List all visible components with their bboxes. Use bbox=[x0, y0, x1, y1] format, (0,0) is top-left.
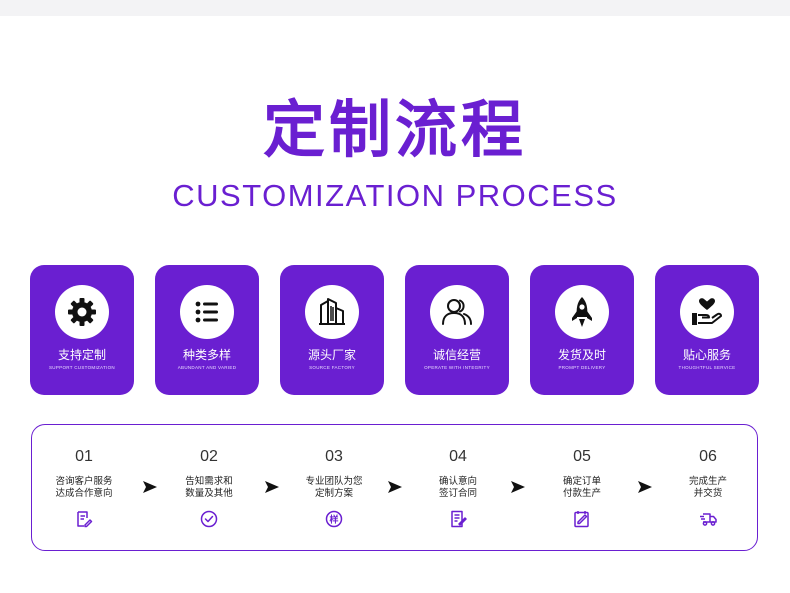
feature-card-delivery: 发货及时 PROMPT DELIVERY bbox=[530, 265, 634, 395]
step-description: 确认意向 签订合同 bbox=[438, 476, 477, 499]
process-step-06: 06 完成生产 并交货 bbox=[663, 425, 753, 552]
feature-title: 发货及时 bbox=[557, 348, 606, 362]
feature-subtitle: OPERATE WITH INTEGRITY bbox=[424, 365, 490, 370]
sample-badge-text: 样 bbox=[329, 513, 338, 525]
step-description: 告知需求和 数量及其他 bbox=[185, 476, 233, 499]
check-circle-icon bbox=[200, 510, 218, 528]
feature-title: 贴心服务 bbox=[682, 348, 731, 362]
feature-cards: 支持定制 SUPPORT CUSTOMIZATION 种类多样 ABUNDANT… bbox=[30, 265, 761, 395]
order-sign-icon bbox=[573, 510, 591, 528]
step-number: 03 bbox=[325, 448, 343, 465]
feature-subtitle: PROMPT DELIVERY bbox=[558, 365, 606, 370]
arrow-icon bbox=[142, 479, 158, 493]
page-subtitle: CUSTOMIZATION PROCESS bbox=[172, 178, 618, 213]
heart-hand-icon bbox=[680, 285, 734, 339]
feature-title: 源头厂家 bbox=[307, 348, 356, 362]
step-number: 05 bbox=[573, 448, 591, 465]
sample-badge-icon: 样 bbox=[325, 510, 343, 528]
contract-icon bbox=[449, 510, 467, 528]
edit-note-icon bbox=[75, 510, 93, 528]
step-description: 专业团队为您 定制方案 bbox=[305, 476, 363, 499]
step-number: 01 bbox=[75, 448, 93, 465]
step-description: 确定订单 付款生产 bbox=[562, 476, 601, 499]
arrow-icon bbox=[387, 479, 403, 493]
feature-title: 支持定制 bbox=[57, 348, 106, 362]
list-icon bbox=[180, 285, 234, 339]
step-number: 04 bbox=[449, 448, 467, 465]
process-step-05: 05 确定订单 付款生产 bbox=[537, 425, 627, 552]
feature-card-variety: 种类多样 ABUNDANT AND VARIED bbox=[155, 265, 259, 395]
page-title: 定制流程 bbox=[262, 93, 527, 166]
feature-subtitle: THOUGHTFUL SERVICE bbox=[678, 365, 736, 370]
feature-title: 种类多样 bbox=[182, 348, 231, 362]
gear-icon bbox=[55, 285, 109, 339]
process-step-02: 02 告知需求和 数量及其他 bbox=[164, 425, 254, 552]
process-panel: 01 咨询客户服务 达成合作意向 02 告知需求和 数量及其他 03 专业团队为… bbox=[31, 424, 758, 551]
process-step-01: 01 咨询客户服务 达成合作意向 bbox=[39, 425, 129, 552]
arrow-icon bbox=[510, 479, 526, 493]
arrow-icon bbox=[264, 479, 280, 493]
process-step-03: 03 专业团队为您 定制方案 样 bbox=[289, 425, 379, 552]
arrow-icon bbox=[637, 479, 653, 493]
top-strip bbox=[0, 0, 790, 16]
feature-card-factory: 源头厂家 SOURCE FACTORY bbox=[280, 265, 384, 395]
step-description: 完成生产 并交货 bbox=[688, 476, 727, 499]
feature-card-customization: 支持定制 SUPPORT CUSTOMIZATION bbox=[30, 265, 134, 395]
step-number: 02 bbox=[200, 448, 218, 465]
rocket-icon bbox=[555, 285, 609, 339]
step-description: 咨询客户服务 达成合作意向 bbox=[55, 476, 113, 499]
feature-card-service: 贴心服务 THOUGHTFUL SERVICE bbox=[655, 265, 759, 395]
feature-card-integrity: 诚信经营 OPERATE WITH INTEGRITY bbox=[405, 265, 509, 395]
process-step-04: 04 确认意向 签订合同 bbox=[413, 425, 503, 552]
feature-subtitle: SOURCE FACTORY bbox=[309, 365, 355, 370]
building-icon bbox=[305, 285, 359, 339]
feature-title: 诚信经营 bbox=[432, 348, 481, 362]
step-number: 06 bbox=[699, 448, 717, 465]
users-icon bbox=[430, 285, 484, 339]
delivery-truck-icon bbox=[699, 510, 717, 528]
feature-subtitle: ABUNDANT AND VARIED bbox=[177, 365, 237, 370]
feature-subtitle: SUPPORT CUSTOMIZATION bbox=[49, 365, 115, 370]
